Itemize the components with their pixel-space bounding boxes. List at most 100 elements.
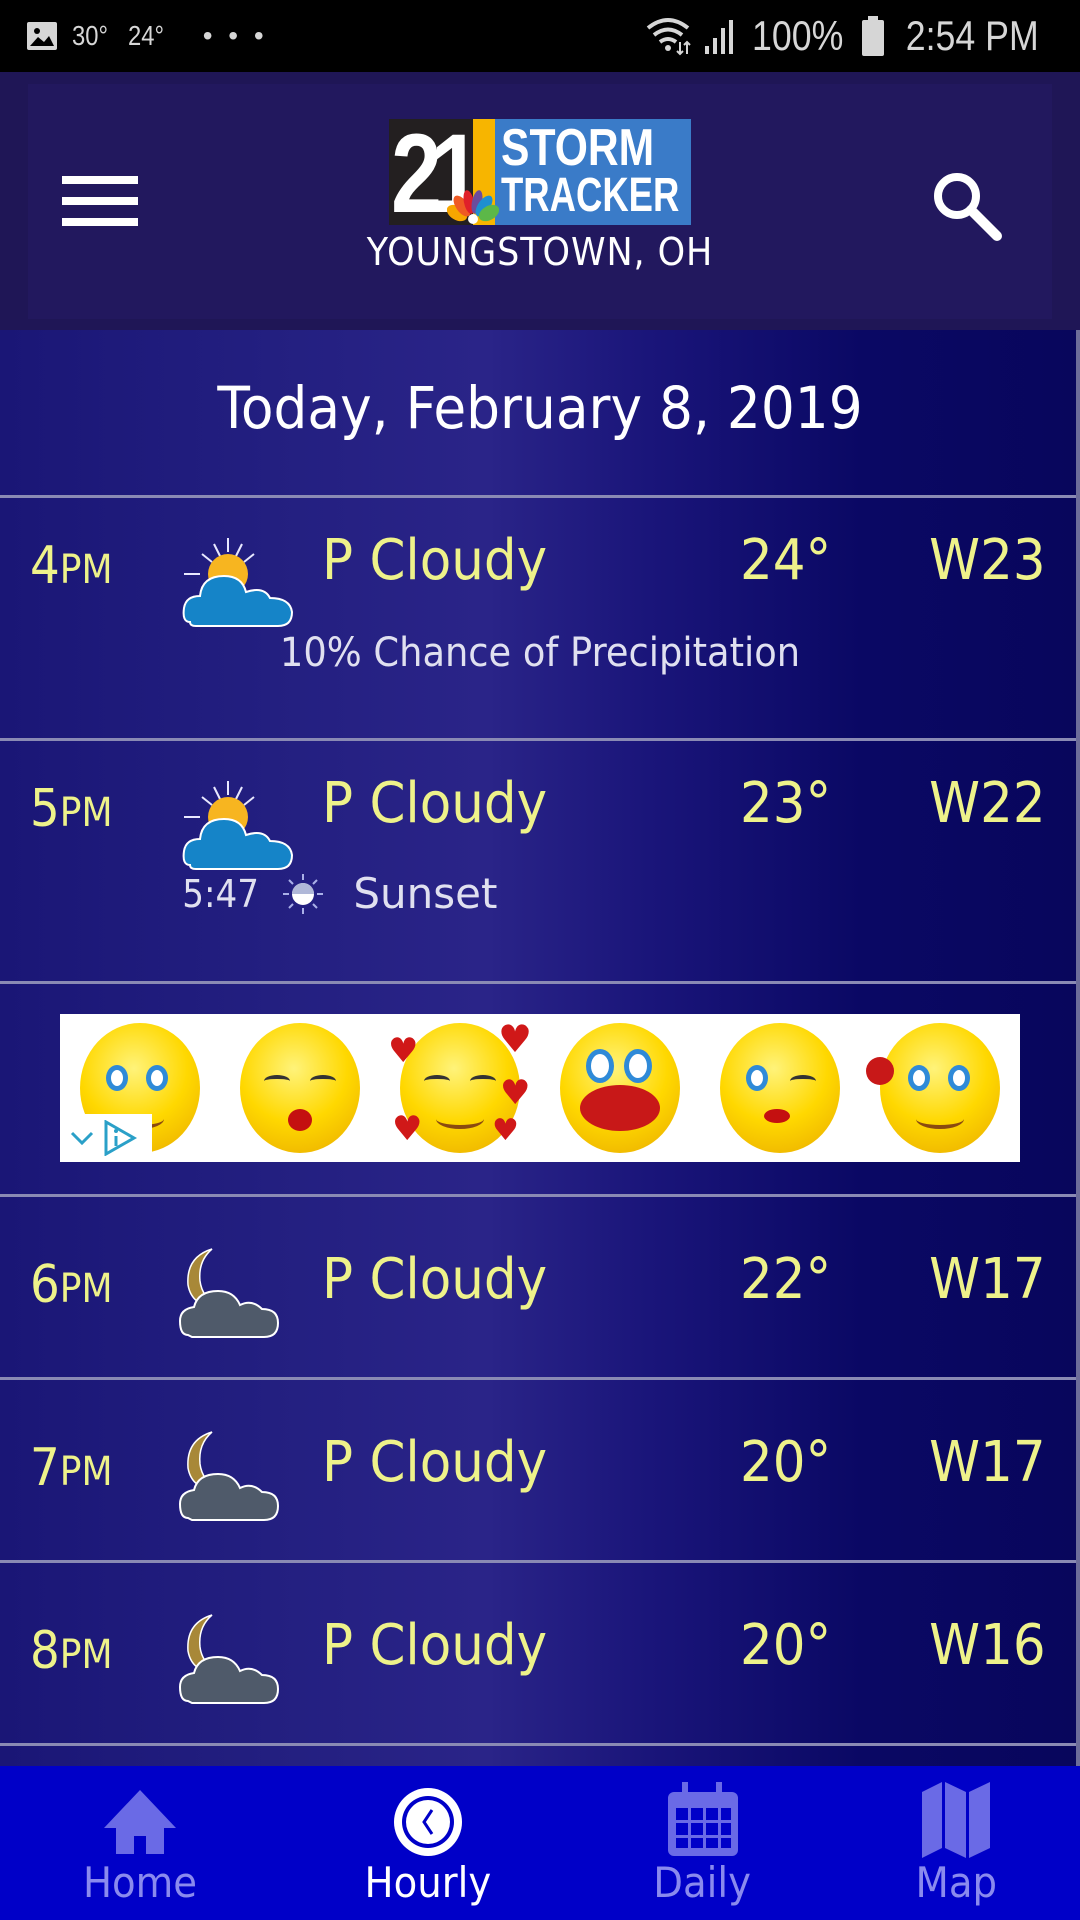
hour-wind: W17 [929, 1247, 1046, 1312]
hour-temp: 22° [740, 1247, 832, 1312]
hour-row[interactable]: 5PM P Cloudy 23° W22 5:47 Sunset [0, 741, 1076, 981]
ad-emoji [866, 1023, 1000, 1153]
hour-condition: P Cloudy [322, 1430, 548, 1495]
hourly-forecast-list[interactable]: Today, February 8, 2019 4PM P Cloudy 24°… [0, 330, 1080, 1766]
image-icon [27, 22, 57, 50]
logo-text-block: STORM TRACKER [495, 119, 691, 225]
hour-row[interactable]: 8PM P Cloudy 20° W16 [0, 1563, 1076, 1743]
status-clock: 2:54 PM [905, 12, 1039, 59]
ad-choices-icon [104, 1120, 138, 1156]
logo-line1: STORM [501, 119, 655, 177]
hour-ampm: PM [59, 1266, 113, 1312]
emoji-eye [948, 1065, 970, 1091]
emoji-eye [264, 1075, 290, 1087]
hour-row[interactable]: 7PM P Cloudy 20° W17 [0, 1380, 1076, 1560]
search-icon [934, 173, 1002, 241]
wifi-icon [646, 18, 691, 56]
nav-label: Hourly [364, 1858, 492, 1907]
hour-time: 8PM [30, 1621, 113, 1681]
hour-condition: P Cloudy [322, 1247, 548, 1312]
sunset-time: 5:47 [182, 871, 260, 916]
nav-label: Daily [653, 1858, 751, 1907]
hour-ampm: PM [59, 790, 113, 836]
heart-icon: ♥ [492, 1113, 519, 1148]
nav-daily[interactable]: Daily [622, 1766, 782, 1920]
status-temp-high: 30° [72, 20, 108, 51]
rose-icon [866, 1057, 894, 1085]
hour-number: 5 [30, 779, 60, 839]
hour-condition: P Cloudy [322, 771, 548, 836]
nav-hourly[interactable]: Hourly [348, 1766, 508, 1920]
partly-cloudy-night-icon [178, 1614, 280, 1704]
status-bar-left: 30° 24° • • • [26, 0, 268, 72]
emoji-eye [586, 1049, 614, 1083]
ad-banner[interactable]: ♥ ♥ ♥ ♥ ♥ [60, 1014, 1020, 1162]
status-more-dots: • • • [202, 20, 268, 51]
ad-emoji [560, 1023, 680, 1153]
hour-ampm: PM [59, 1632, 113, 1678]
sunset-info: 5:47 Sunset [178, 869, 497, 918]
hour-number: 8 [30, 1621, 60, 1681]
nav-label: Home [82, 1858, 198, 1907]
sunset-icon [283, 873, 324, 914]
heart-icon: ♥ [392, 1109, 423, 1149]
battery-icon [861, 16, 884, 56]
emoji-eye [746, 1065, 768, 1091]
hour-time: 7PM [30, 1438, 113, 1498]
emoji-eye [106, 1065, 128, 1091]
nav-label: Map [915, 1858, 997, 1907]
search-button[interactable] [926, 166, 1006, 246]
emoji-eye [310, 1075, 336, 1087]
map-icon [922, 1782, 990, 1858]
storm-tracker-logo: 21 STORM TRACKER [389, 119, 691, 225]
logo-line2: TRACKER [501, 169, 680, 222]
signal-icon [705, 20, 734, 54]
emoji-eye [790, 1075, 816, 1087]
emoji-mouth [288, 1109, 312, 1131]
hour-temp: 20° [740, 1613, 832, 1678]
hamburger-menu-icon [62, 176, 138, 184]
hour-row[interactable]: 4PM P Cloudy 24° W23 10% Chance of Preci… [0, 498, 1076, 738]
chevron-down-icon [70, 1131, 94, 1146]
hour-condition: P Cloudy [322, 1613, 548, 1678]
hour-number: 7 [30, 1438, 60, 1498]
hour-condition: P Cloudy [322, 528, 548, 593]
status-bar-right: 100% 2:54 PM [646, 0, 1050, 72]
hour-time: 5PM [30, 779, 113, 839]
emoji-eye [624, 1049, 652, 1083]
emoji-mouth [764, 1109, 790, 1123]
nav-map[interactable]: Map [876, 1766, 1036, 1920]
nbc-peacock-icon [447, 190, 499, 224]
menu-button[interactable] [62, 176, 138, 228]
emoji-mouth [916, 1109, 964, 1129]
partly-cloudy-day-icon [182, 781, 294, 870]
home-icon [104, 1790, 176, 1854]
hour-time: 6PM [30, 1255, 113, 1315]
clock-icon [394, 1788, 462, 1856]
hour-time: 4PM [30, 536, 113, 596]
calendar-icon [668, 1782, 738, 1856]
hour-wind: W16 [929, 1613, 1046, 1678]
ad-choices-badge[interactable] [60, 1114, 152, 1162]
ad-emoji: ♥ ♥ ♥ ♥ ♥ [388, 1017, 532, 1153]
hour-row[interactable]: 6PM P Cloudy 22° W17 [0, 1197, 1076, 1377]
emoji-mouth [436, 1109, 484, 1129]
emoji-eye [908, 1065, 930, 1091]
battery-percent: 100% [752, 12, 844, 59]
bottom-navigation: Home Hourly Daily Map [0, 1766, 1080, 1920]
partly-cloudy-night-icon [178, 1431, 280, 1521]
hour-ampm: PM [59, 547, 113, 593]
rose-bouquet [580, 1085, 660, 1131]
divider [0, 981, 1076, 984]
date-title: Today, February 8, 2019 [217, 374, 863, 442]
nav-home[interactable]: Home [60, 1766, 220, 1920]
status-temp-low: 24° [128, 20, 165, 51]
hour-temp: 23° [740, 771, 832, 836]
partly-cloudy-day-icon [182, 538, 294, 627]
hour-wind: W23 [929, 528, 1046, 593]
hour-wind: W17 [929, 1430, 1046, 1495]
partly-cloudy-night-icon [178, 1248, 280, 1338]
hour-number: 6 [30, 1255, 60, 1315]
heart-icon: ♥ [500, 1073, 531, 1113]
heart-icon: ♥ [388, 1031, 419, 1071]
